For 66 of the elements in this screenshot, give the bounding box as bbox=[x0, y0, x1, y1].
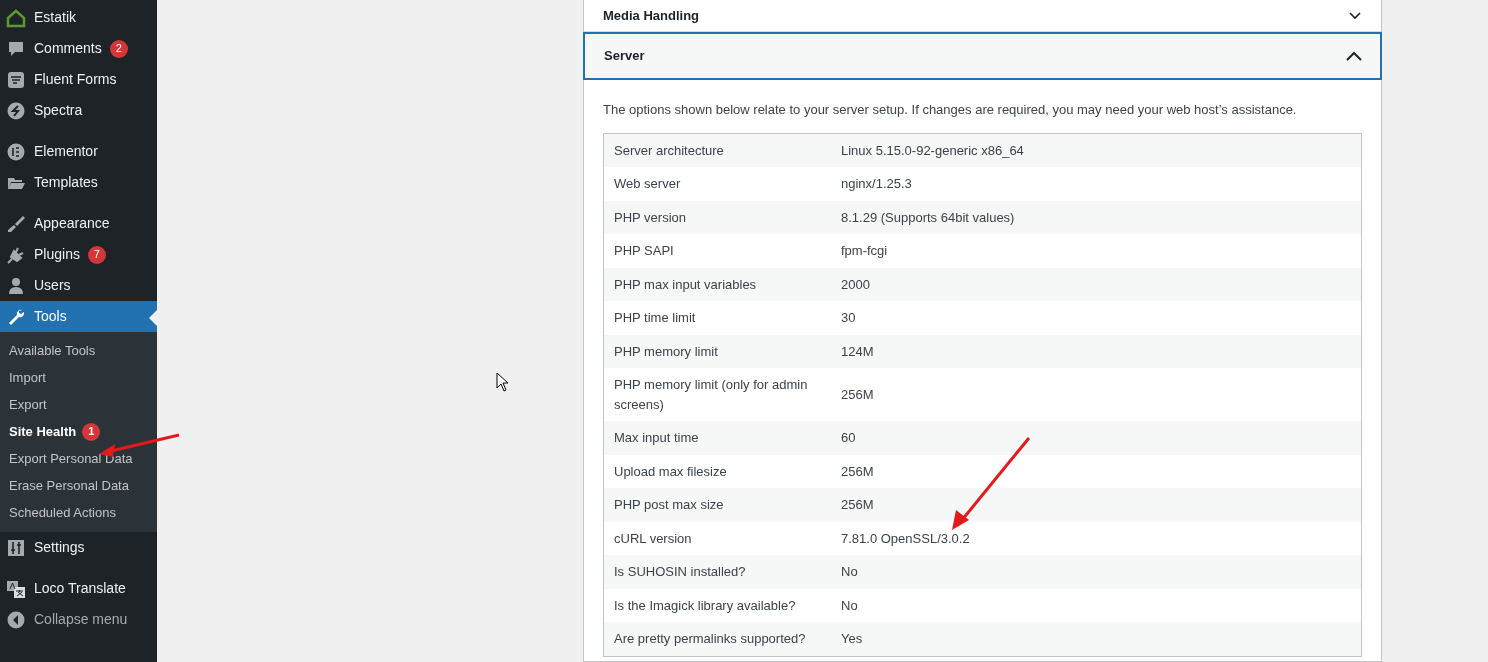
table-cell-text: Yes bbox=[840, 630, 864, 648]
chevron-up-icon bbox=[1346, 51, 1362, 61]
table-cell-text: PHP memory limit (only for admin screens) bbox=[613, 376, 809, 414]
count-badge: 2 bbox=[109, 39, 128, 58]
menu-item[interactable]: Elementor bbox=[0, 136, 157, 167]
form-icon bbox=[6, 69, 26, 90]
table-cell-text: 256M bbox=[840, 462, 875, 481]
menu-item[interactable]: Settings bbox=[0, 532, 157, 563]
menu-item[interactable]: Comments 2 bbox=[0, 33, 157, 64]
table-cell-text: PHP max input variables bbox=[613, 275, 758, 294]
table-cell-text: nginx/1.25.3 bbox=[840, 175, 913, 193]
table-cell-text: Linux 5.15.0-92-generic x86_64 bbox=[840, 141, 1025, 160]
table-cell-text: Is SUHOSIN installed? bbox=[613, 563, 747, 581]
table-cell-text: Upload max filesize bbox=[613, 462, 728, 481]
menu-item[interactable]: Appearance bbox=[0, 208, 157, 239]
accordion-header[interactable]: Server bbox=[583, 32, 1382, 80]
lightning-circle-icon bbox=[6, 100, 26, 121]
user-icon bbox=[6, 275, 26, 296]
menu-item[interactable]: Fluent Forms bbox=[0, 64, 157, 95]
menu-item[interactable]: Templates bbox=[0, 167, 157, 198]
table-cell-text: PHP time limit bbox=[613, 309, 697, 327]
table-cell-text: Server architecture bbox=[613, 141, 725, 160]
table-cell-text: fpm-fcgi bbox=[840, 242, 889, 260]
table-cell-text: 256M bbox=[840, 496, 875, 514]
table-cell-text: PHP version bbox=[613, 208, 687, 227]
submenu-item[interactable]: Available Tools bbox=[0, 337, 157, 364]
table-cell-text: No bbox=[840, 596, 859, 615]
brush-icon bbox=[6, 213, 26, 234]
chevron-down-icon bbox=[1347, 10, 1363, 21]
submenu-item[interactable]: Site Health 1 bbox=[0, 418, 157, 445]
collapse-menu-button[interactable]: Collapse menu bbox=[0, 604, 157, 635]
sliders-icon bbox=[6, 537, 26, 558]
table-cell-text: Web server bbox=[613, 175, 682, 193]
table-cell-text: 124M bbox=[840, 342, 875, 361]
menu-item[interactable]: Plugins 7 bbox=[0, 239, 157, 270]
table-cell-text: 8.1.29 (Supports 64bit values) bbox=[840, 208, 1016, 227]
table-cell-text: PHP memory limit bbox=[613, 342, 719, 361]
table-cell-text: 60 bbox=[840, 429, 857, 447]
table-cell-text: PHP SAPI bbox=[613, 242, 675, 260]
translate-icon bbox=[6, 578, 26, 599]
table-cell-text: 30 bbox=[840, 309, 857, 327]
description-text: The options shown below relate to your server setup. If changes are required, you may need your web host’s assistance. bbox=[602, 101, 1298, 119]
table-cell-text: Is the Imagick library available? bbox=[613, 596, 797, 615]
menu-item[interactable]: Tools bbox=[0, 301, 157, 332]
menu-item[interactable]: Loco Translate bbox=[0, 573, 157, 604]
menu-item[interactable]: Users bbox=[0, 270, 157, 301]
submenu-item[interactable]: Erase Personal Data bbox=[0, 472, 157, 499]
table-cell-text: 2000 bbox=[840, 275, 871, 294]
menu-item[interactable]: Estatik bbox=[0, 2, 157, 33]
table-cell-text: 256M bbox=[840, 385, 875, 404]
table-cell-text: 7.81.0 OpenSSL/3.0.2 bbox=[840, 529, 971, 548]
letter-e-circle-icon bbox=[6, 141, 26, 162]
mouse-pointer-icon bbox=[496, 372, 509, 392]
submenu-item[interactable]: Scheduled Actions bbox=[0, 499, 157, 526]
table-cell-text: PHP post max size bbox=[613, 496, 725, 514]
house-icon bbox=[6, 7, 26, 28]
count-badge: 1 bbox=[82, 422, 101, 441]
table-cell-text: No bbox=[840, 563, 859, 581]
left-arrow-circle-icon bbox=[6, 609, 26, 630]
submenu-item[interactable]: Export bbox=[0, 391, 157, 418]
table-cell-text: cURL version bbox=[613, 529, 693, 548]
count-badge: 7 bbox=[87, 245, 106, 264]
table-cell-text: Max input time bbox=[613, 429, 700, 447]
submenu-item[interactable]: Import bbox=[0, 364, 157, 391]
menu-item[interactable]: Spectra bbox=[0, 95, 157, 126]
table-cell-text: Are pretty permalinks supported? bbox=[613, 630, 807, 648]
